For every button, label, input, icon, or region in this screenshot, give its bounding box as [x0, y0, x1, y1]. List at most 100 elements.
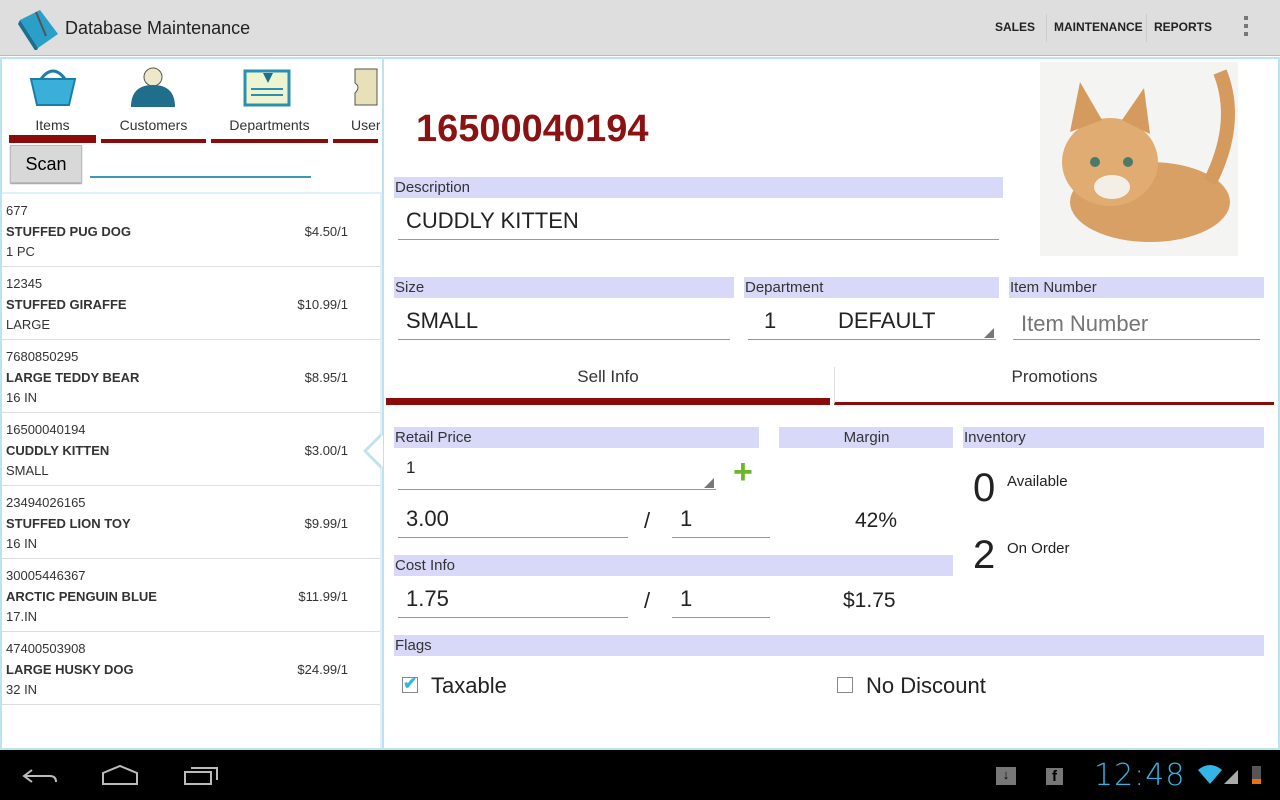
item-size: LARGE	[6, 317, 51, 332]
item-code: 7680850295	[6, 349, 79, 364]
tab-label: Departments	[229, 117, 310, 133]
available-count: 0	[973, 466, 996, 510]
puzzle-icon	[354, 68, 378, 106]
list-item[interactable]: 30005446367 ARCTIC PENGUIN BLUE 17.IN $11.9…	[2, 559, 380, 632]
home-icon[interactable]	[101, 764, 139, 786]
item-code: 23494026165	[6, 495, 86, 510]
available-label: Available	[1007, 473, 1068, 490]
description-field[interactable]: CUDDLY KITTEN	[398, 208, 999, 240]
item-size: 17.IN	[6, 609, 38, 624]
subtab-promotions[interactable]: Promotions	[834, 367, 1274, 405]
size-label: Size	[394, 277, 734, 298]
app-logo-icon	[18, 10, 58, 50]
menu-reports[interactable]: REPORTS	[1154, 20, 1212, 34]
item-code: 677	[6, 203, 28, 218]
download-notification-icon[interactable]: ↓	[996, 767, 1016, 785]
add-price-icon[interactable]: +	[733, 455, 753, 489]
wifi-icon	[1198, 765, 1222, 784]
clock: 12:48	[1094, 758, 1186, 793]
department-label: Department	[744, 277, 999, 298]
tab-items[interactable]: Items	[7, 59, 98, 143]
list-item[interactable]: 16500040194 CUDDLY KITTEN SMALL $3.00/1	[2, 413, 380, 486]
on-order-count: 2	[973, 533, 996, 577]
item-price: $8.95/1	[304, 370, 348, 385]
list-item[interactable]: 677 STUFFED PUG DOG 1 PC $4.50/1	[2, 194, 380, 267]
tab-label: Customers	[119, 117, 188, 133]
item-price: $3.00/1	[304, 443, 348, 458]
scan-button[interactable]: Scan	[10, 145, 82, 183]
cost-info-label: Cost Info	[394, 555, 953, 576]
department-select[interactable]: 1 DEFAULT	[748, 308, 996, 340]
subtab-sell-info[interactable]: Sell Info	[386, 367, 830, 405]
signal-icon	[1224, 770, 1238, 784]
description-label: Description	[394, 177, 1003, 198]
no-discount-label: No Discount	[866, 673, 986, 698]
system-bar: ↓ f 12:48	[0, 750, 1280, 800]
margin-label: Margin	[779, 427, 953, 448]
item-size: 32 IN	[6, 682, 38, 697]
department-card-icon	[243, 69, 291, 107]
slash: /	[644, 508, 651, 533]
back-icon[interactable]	[22, 766, 58, 786]
item-code: 30005446367	[6, 568, 86, 583]
taxable-checkbox[interactable]: ✔	[402, 675, 418, 693]
search-input[interactable]	[90, 146, 311, 178]
dropdown-corner-icon	[984, 328, 994, 338]
list-item[interactable]: 7680850295 LARGE TEDDY BEAR 16 IN $8.95/1	[2, 340, 380, 413]
item-number-label: Item Number	[1009, 277, 1264, 298]
item-price: $11.99/1	[298, 589, 348, 604]
item-size: 16 IN	[6, 390, 38, 405]
item-name: STUFFED GIRAFFE	[6, 297, 127, 312]
department-name: DEFAULT	[838, 308, 936, 333]
item-size: SMALL	[6, 463, 49, 478]
list-item[interactable]: 47400503908 LARGE HUSKY DOG 32 IN $24.99/1	[2, 632, 380, 705]
item-name: CUDDLY KITTEN	[6, 443, 110, 458]
list-item[interactable]: 23494026165 STUFFED LION TOY 16 IN $9.99/1	[2, 486, 380, 559]
retail-price-field[interactable]: 3.00	[398, 506, 628, 538]
taxable-label: Taxable	[431, 673, 507, 698]
item-list[interactable]: 677 STUFFED PUG DOG 1 PC $4.50/1 12345 STUFFE…	[2, 194, 380, 748]
item-name: STUFFED LION TOY	[6, 516, 131, 531]
retail-qty-field[interactable]: 1	[672, 506, 770, 538]
menu-sales[interactable]: SALES	[995, 20, 1035, 34]
size-field[interactable]: SMALL	[398, 308, 730, 340]
person-icon	[131, 67, 175, 107]
no-discount-checkbox[interactable]	[837, 677, 853, 693]
inventory-label: Inventory	[963, 427, 1264, 448]
item-name: LARGE TEDDY BEAR	[6, 370, 140, 385]
item-code: 47400503908	[6, 641, 86, 656]
item-size: 1 PC	[6, 244, 35, 259]
status-icons	[1198, 765, 1261, 784]
item-name: ARCTIC PENGUIN BLUE	[6, 589, 157, 604]
tab-users[interactable]: User	[331, 59, 380, 143]
tab-departments[interactable]: Departments	[209, 59, 330, 143]
product-image	[1040, 62, 1238, 256]
department-number: 1	[764, 308, 777, 333]
recent-apps-icon[interactable]	[183, 764, 219, 786]
facebook-notification-icon[interactable]: f	[1046, 768, 1063, 785]
tab-customers[interactable]: Customers	[99, 59, 208, 143]
item-name: STUFFED PUG DOG	[6, 224, 131, 239]
item-price: $9.99/1	[304, 516, 348, 531]
list-item[interactable]: 12345 STUFFED GIRAFFE LARGE $10.99/1	[2, 267, 380, 340]
overflow-menu-icon[interactable]	[1244, 16, 1249, 36]
cost-field[interactable]: 1.75	[398, 586, 628, 618]
price-level-select[interactable]: 1	[398, 458, 716, 490]
item-name: LARGE HUSKY DOG	[6, 662, 134, 677]
item-code: 12345	[6, 276, 43, 291]
item-size: 16 IN	[6, 536, 38, 551]
action-bar: Database Maintenance SALES MAINTENANCE R…	[0, 0, 1280, 56]
item-price: $4.50/1	[304, 224, 348, 239]
basket-icon	[29, 69, 77, 106]
cost-total: $1.75	[843, 589, 896, 612]
cost-qty-field[interactable]: 1	[672, 586, 770, 618]
item-code: 16500040194	[416, 108, 649, 150]
tab-label: User	[351, 117, 380, 133]
item-code: 16500040194	[6, 422, 86, 437]
dropdown-corner-icon	[704, 478, 714, 488]
divider	[1046, 14, 1047, 42]
flags-label: Flags	[394, 635, 1264, 656]
item-number-input[interactable]	[1013, 308, 1260, 340]
margin-value: 42%	[855, 509, 898, 532]
menu-maintenance[interactable]: MAINTENANCE	[1054, 20, 1143, 34]
